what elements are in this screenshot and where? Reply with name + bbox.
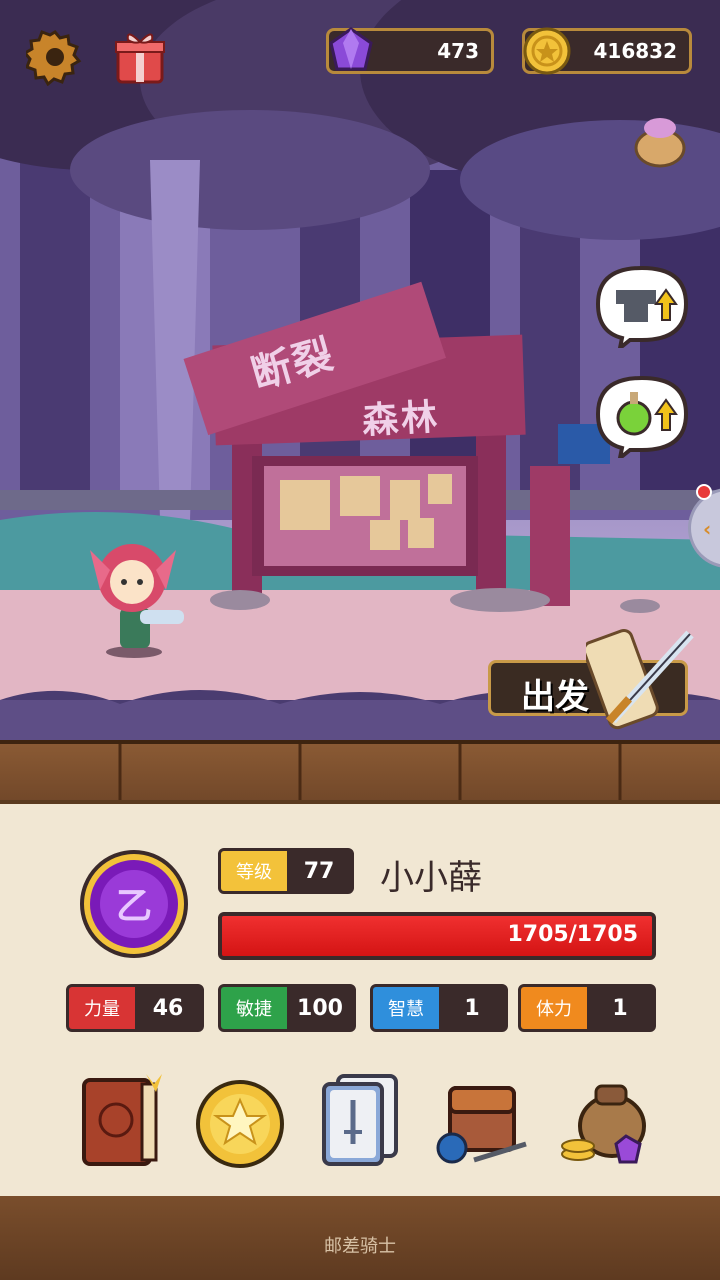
journal-book-icon[interactable] xyxy=(76,1070,172,1170)
stat-label: 敏捷 xyxy=(221,987,287,1029)
level-label: 等级 xyxy=(221,851,287,891)
stat-stamina: 体力 1 xyxy=(518,984,656,1032)
loot-bag-icon[interactable] xyxy=(630,108,690,168)
star-coin-icon[interactable] xyxy=(192,1070,288,1170)
backpack-equipment-icon[interactable] xyxy=(434,1070,530,1170)
rank-emblem-icon[interactable]: 乙 xyxy=(78,848,190,960)
game-scene: 断裂 森林 473 416832 ‹ 出发 xyxy=(0,0,720,760)
stat-wisdom: 智慧 1 xyxy=(370,984,508,1032)
stat-strength: 力量 46 xyxy=(66,984,204,1032)
stat-label: 智慧 xyxy=(373,987,439,1029)
stat-value: 1 xyxy=(612,995,628,1021)
potion-upgrade-icon[interactable] xyxy=(590,370,694,458)
level-value: 77 xyxy=(303,858,335,884)
stat-value: 46 xyxy=(152,995,184,1021)
gem-amount: 473 xyxy=(437,39,479,63)
coin-counter[interactable]: 416832 xyxy=(522,27,692,75)
stat-value: 100 xyxy=(297,995,343,1021)
notification-dot xyxy=(696,484,712,500)
level-badge: 等级 77 xyxy=(218,848,354,894)
player-name: 小小薛 xyxy=(380,858,482,898)
chevron-left-icon: ‹ xyxy=(703,517,712,541)
gem-counter[interactable]: 473 xyxy=(326,27,494,74)
anvil-upgrade-icon[interactable] xyxy=(590,260,694,348)
sword-scroll-icon xyxy=(586,628,694,730)
purple-gem-icon xyxy=(329,27,373,71)
hp-text: 1705/1705 xyxy=(507,922,639,947)
coin-amount: 416832 xyxy=(593,39,678,63)
gift-box-icon[interactable] xyxy=(112,26,168,86)
stat-label: 体力 xyxy=(521,987,587,1029)
depart-button-label: 出发 xyxy=(521,677,589,717)
treasure-bag-icon[interactable] xyxy=(556,1070,652,1170)
stat-label: 力量 xyxy=(69,987,135,1029)
gold-coin-icon xyxy=(523,27,571,75)
hero-character[interactable] xyxy=(80,520,190,660)
emblem-letter: 乙 xyxy=(116,886,152,927)
stat-value: 1 xyxy=(464,995,480,1021)
footer-title: 邮差骑士 xyxy=(324,1236,396,1257)
stat-agility: 敏捷 100 xyxy=(218,984,356,1032)
hp-bar: 1705/1705 xyxy=(218,912,656,960)
settings-gear-icon[interactable] xyxy=(26,28,84,86)
card-deck-icon[interactable] xyxy=(316,1070,412,1170)
signboard-title-line2: 森林 xyxy=(361,396,442,443)
